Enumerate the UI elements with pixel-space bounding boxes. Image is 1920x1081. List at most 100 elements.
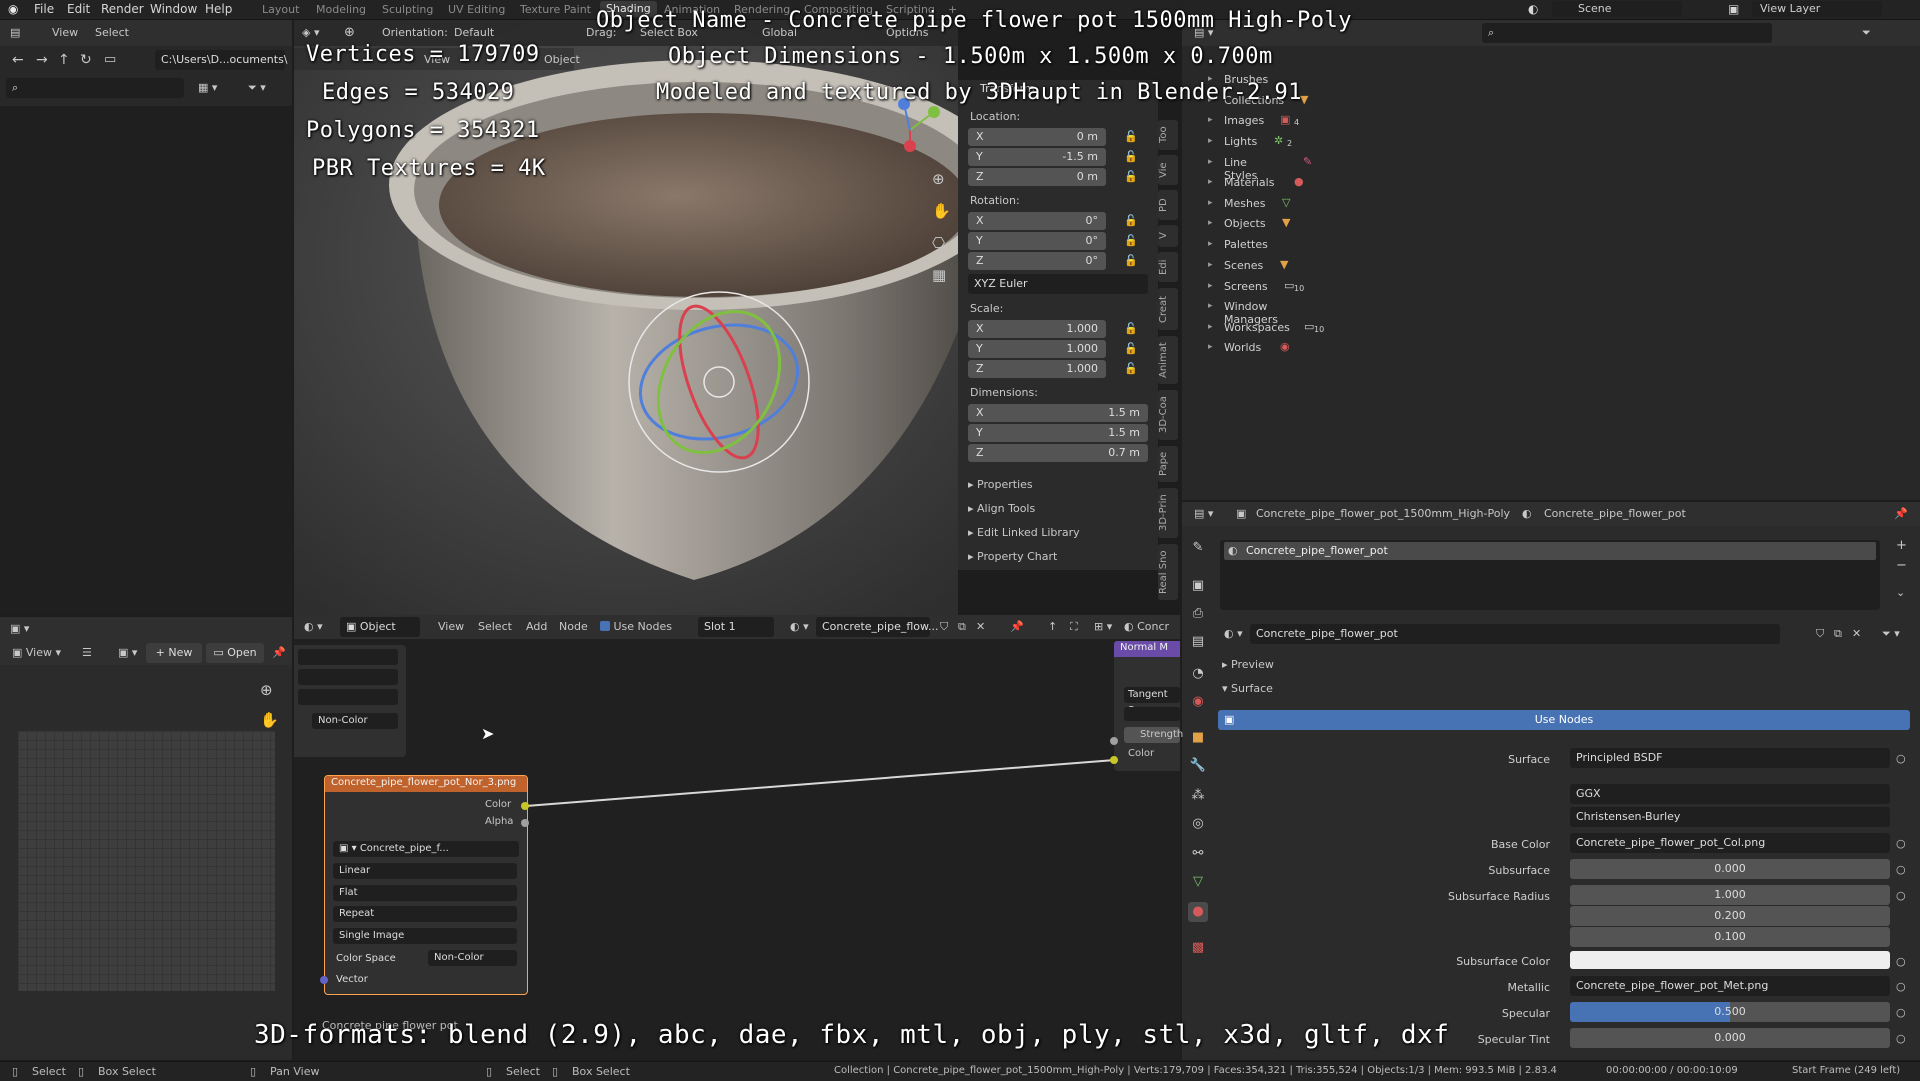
normal-map-uv-field[interactable]	[1124, 707, 1180, 721]
particles-tab-icon[interactable]: ⁂	[1188, 786, 1208, 806]
lock-scale-z-icon[interactable]: 🔓	[1124, 362, 1138, 375]
image-view-menu[interactable]: ▣ View ▾	[12, 646, 61, 659]
tool-tab-icon[interactable]: ✎	[1188, 538, 1208, 558]
node-node-menu[interactable]: Node	[559, 620, 588, 633]
viewport-3d[interactable]: ◈ ▾ ⊕ Orientation: Default Drag: Select …	[294, 20, 958, 615]
normal-map-node-header[interactable]: Normal M	[1114, 641, 1180, 657]
parent-dir-icon[interactable]: ↑	[58, 52, 70, 68]
outliner-search-field[interactable]: ⌕	[1482, 23, 1772, 43]
viewport-object-menu[interactable]: Object	[544, 53, 580, 66]
material-browse-icon[interactable]: ◐ ▾	[1224, 627, 1243, 640]
scene-icon[interactable]: ◐	[1528, 2, 1538, 16]
sidebar-tab-create[interactable]: Creat	[1158, 288, 1178, 330]
lock-scale-x-icon[interactable]: 🔓	[1124, 322, 1138, 335]
texture-image-datablock[interactable]: ▣ ▾ Concrete_pipe_f...	[333, 841, 519, 857]
add-slot-icon[interactable]: +	[1896, 538, 1907, 553]
metallic-field[interactable]: Concrete_pipe_flower_pot_Met.png	[1570, 976, 1890, 996]
lock-rotation-y-icon[interactable]: 🔓	[1124, 234, 1138, 247]
node-select-menu[interactable]: Select	[478, 620, 512, 633]
lock-location-z-icon[interactable]: 🔓	[1124, 170, 1138, 183]
subsurface-radius-y-field[interactable]: 0.200	[1570, 906, 1890, 926]
left-node-dropdown-2[interactable]	[298, 669, 398, 685]
view-layer-tab-icon[interactable]: ▤	[1188, 632, 1208, 652]
node-add-menu[interactable]: Add	[526, 620, 547, 633]
lock-rotation-z-icon[interactable]: 🔓	[1124, 254, 1138, 267]
menu-render[interactable]: Render	[101, 2, 144, 16]
node-fake-user-icon[interactable]: ⛉	[940, 620, 948, 634]
view-layer-icon[interactable]: ▣	[1728, 2, 1739, 16]
scene-selector[interactable]: Scene	[1552, 1, 1682, 17]
blender-logo-icon[interactable]: ◉	[8, 2, 18, 16]
file-browser-select-menu[interactable]: Select	[95, 26, 129, 39]
back-arrow-icon[interactable]: ←	[12, 52, 24, 68]
node-pin-icon[interactable]: 📌	[1010, 620, 1024, 633]
lock-location-x-icon[interactable]: 🔓	[1124, 130, 1138, 143]
texture-tab-icon[interactable]: ▩	[1188, 938, 1208, 958]
filter-icon[interactable]: ⏷ ▾	[248, 81, 266, 95]
lock-scale-y-icon[interactable]: 🔓	[1124, 342, 1138, 355]
surface-panel[interactable]: ▾ Surface	[1222, 682, 1273, 695]
forward-arrow-icon[interactable]: →	[36, 52, 48, 68]
scene-tab-icon[interactable]: ◔	[1188, 664, 1208, 684]
world-tab-icon[interactable]: ◉	[1188, 692, 1208, 712]
rotation-x-field[interactable]: X 0°	[968, 212, 1106, 230]
menu-help[interactable]: Help	[205, 2, 232, 16]
preview-panel[interactable]: ▸ Preview	[1222, 658, 1274, 671]
left-node-colorspace-dropdown[interactable]: Non-Color	[312, 713, 398, 729]
dimensions-z-field[interactable]: Z 0.7 m	[968, 444, 1148, 462]
render-tab-icon[interactable]: ▣	[1188, 576, 1208, 596]
texture-interpolation-dropdown[interactable]: Linear	[333, 863, 517, 879]
image-pan-icon[interactable]: ✋	[260, 711, 279, 729]
rotation-y-field[interactable]: Y 0°	[968, 232, 1106, 250]
display-mode-icon[interactable]: ▦ ▾	[198, 81, 217, 94]
image-texture-node-header[interactable]: Concrete_pipe_flower_pot_Nor_3.png	[325, 776, 527, 792]
node-snap-mode-icon[interactable]: ⊞ ▾	[1094, 620, 1112, 633]
panel-property-chart[interactable]: ▸ Property Chart	[968, 550, 1057, 563]
normal-map-color-input-socket[interactable]	[1110, 756, 1118, 764]
panel-align-tools[interactable]: ▸ Align Tools	[968, 502, 1035, 515]
pin-icon[interactable]: 📌	[1894, 507, 1908, 520]
subsurface-method-dropdown[interactable]: Christensen-Burley	[1570, 807, 1890, 827]
left-partial-node[interactable]: Non-Color	[294, 645, 406, 757]
workspace-tab-sculpting[interactable]: Sculpting	[382, 3, 433, 16]
material-slot-dropdown[interactable]: Slot 1	[698, 617, 774, 637]
properties-material-name[interactable]: Concrete_pipe_flower_pot	[1544, 507, 1686, 520]
modifier-tab-icon[interactable]: 🔧	[1188, 756, 1208, 776]
new-folder-icon[interactable]: ▭	[104, 52, 116, 67]
sidebar-tab-paper[interactable]: Pape	[1158, 446, 1178, 482]
zoom-icon[interactable]: ⊕	[932, 170, 945, 188]
scale-y-field[interactable]: Y 1.000	[968, 340, 1106, 358]
sidebar-tab-v[interactable]: V	[1158, 225, 1178, 247]
workspace-tab-uv-editing[interactable]: UV Editing	[448, 3, 505, 16]
file-search-field[interactable]: ⌕	[6, 78, 184, 98]
file-browser-view-menu[interactable]: View	[52, 26, 78, 39]
node-unlink-icon[interactable]: ✕	[976, 620, 985, 633]
image-zoom-icon[interactable]: ⊕	[260, 681, 273, 699]
panel-properties[interactable]: ▸ Properties	[968, 478, 1033, 491]
sidebar-tab-3d-coat[interactable]: 3D-Coa	[1158, 390, 1178, 440]
rotation-z-field[interactable]: Z 0°	[968, 252, 1106, 270]
subsurface-color-socket-icon[interactable]: ○	[1896, 955, 1906, 968]
scale-x-field[interactable]: X 1.000	[968, 320, 1106, 338]
node-parent-icon[interactable]: ↑	[1048, 620, 1057, 633]
subsurface-radius-z-field[interactable]: 0.100	[1570, 927, 1890, 947]
node-snap-icon[interactable]: ⛶	[1070, 620, 1078, 634]
object-tab-icon[interactable]: ■	[1188, 728, 1208, 748]
sidebar-tab-edit[interactable]: Edi	[1158, 252, 1178, 282]
mesh-data-tab-icon[interactable]: ▽	[1188, 872, 1208, 892]
specular-tint-socket-icon[interactable]: ○	[1896, 1032, 1906, 1045]
metallic-socket-icon[interactable]: ○	[1896, 980, 1906, 993]
subsurface-color-swatch[interactable]	[1570, 951, 1890, 969]
normal-map-node[interactable]: Normal M Tangent Sp Strength Color	[1114, 641, 1183, 771]
specular-tint-field[interactable]: 0.000	[1570, 1028, 1890, 1048]
workspace-tab-layout[interactable]: Layout	[262, 3, 299, 16]
left-node-dropdown-3[interactable]	[298, 689, 398, 705]
dimensions-x-field[interactable]: X 1.5 m	[968, 404, 1148, 422]
use-nodes-button[interactable]: ▣ Use Nodes	[1218, 710, 1910, 730]
image-pin-icon[interactable]: 📌	[272, 646, 286, 659]
duplicate-material-icon[interactable]: ⧉	[1834, 627, 1842, 641]
fake-user-icon[interactable]: ⛉	[1816, 627, 1824, 641]
editor-type-icon[interactable]: ▤	[10, 26, 20, 39]
material-filter-icon[interactable]: ⏷ ▾	[1882, 627, 1900, 641]
sidebar-tab-animation[interactable]: Animat	[1158, 336, 1178, 384]
